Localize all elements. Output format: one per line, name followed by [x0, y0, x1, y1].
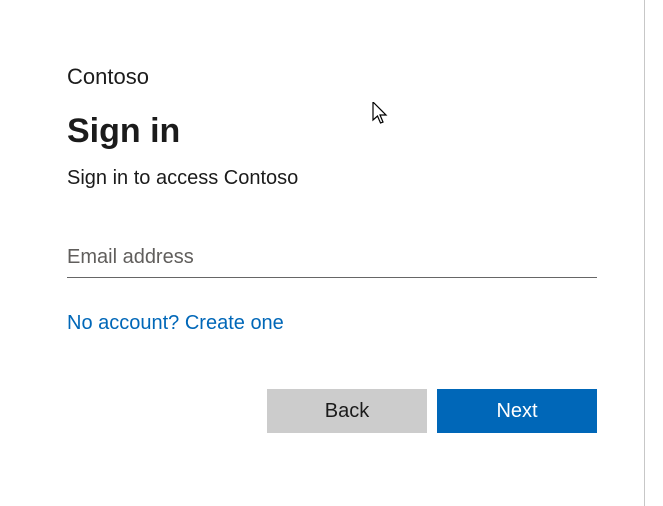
vertical-divider [644, 0, 645, 506]
next-button[interactable]: Next [437, 389, 597, 433]
back-button[interactable]: Back [267, 389, 427, 433]
email-field[interactable] [67, 242, 597, 278]
button-row: Back Next [67, 389, 597, 433]
company-name: Contoso [67, 64, 597, 90]
create-account-link[interactable]: No account? Create one [67, 312, 284, 335]
page-subtitle: Sign in to access Contoso [67, 167, 597, 190]
page-title: Sign in [67, 112, 597, 151]
signin-dialog: Contoso Sign in Sign in to access Contos… [67, 64, 597, 433]
